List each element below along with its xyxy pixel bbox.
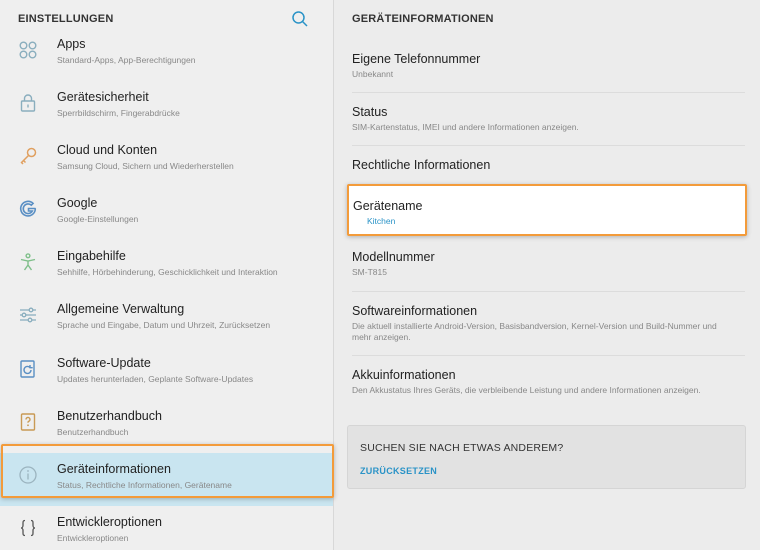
info-item-subtitle: Die aktuell installierte Android-Version… xyxy=(352,321,717,342)
reset-link[interactable]: ZURÜCKSETZEN xyxy=(360,466,437,476)
device-name-value: Kitchen xyxy=(367,216,396,226)
menu-item-title: Software-Update xyxy=(57,355,151,370)
code-braces-icon xyxy=(18,518,38,538)
menu-item-software-update[interactable]: Software-Update Updates herunterladen, G… xyxy=(0,347,333,400)
menu-item-subtitle: Status, Rechtliche Informationen, Geräte… xyxy=(57,479,232,490)
menu-item-subtitle: Entwickleroptionen xyxy=(57,532,129,543)
menu-item-title: Eingabehilfe xyxy=(57,249,126,264)
info-item-title: Akkuinformationen xyxy=(352,368,456,382)
accessibility-icon xyxy=(18,252,38,272)
settings-menu-pane: Apps Standard-Apps, App-Berechtigungen G… xyxy=(0,0,334,550)
menu-item-title: Gerätesicherheit xyxy=(57,90,149,105)
info-item-title: Gerätename xyxy=(353,199,423,213)
menu-item-title: Google xyxy=(57,196,98,211)
search-suggestion-card: SUCHEN SIE NACH ETWAS ANDEREM? ZURÜCKSET… xyxy=(347,425,746,489)
menu-item-general-management[interactable]: Allgemeine Verwaltung Sprache und Eingab… xyxy=(0,293,333,346)
menu-item-title: Entwickleroptionen xyxy=(57,514,162,529)
info-item-title: Modellnummer xyxy=(352,250,435,264)
key-icon xyxy=(18,146,38,166)
info-item-device-name[interactable]: Gerätename Kitchen xyxy=(347,184,747,236)
menu-item-subtitle: Google-Einstellungen xyxy=(57,214,139,225)
page-title: EINSTELLUNGEN xyxy=(18,13,114,25)
search-icon xyxy=(290,9,310,29)
menu-item-subtitle: Benutzerhandbuch xyxy=(57,426,129,437)
info-item-title: Eigene Telefonnummer xyxy=(352,52,481,66)
manual-icon xyxy=(18,412,38,432)
search-suggestion-heading: SUCHEN SIE NACH ETWAS ANDEREM? xyxy=(360,442,564,454)
info-item-battery-info[interactable]: Akkuinformationen Den Akkustatus Ihres G… xyxy=(335,356,745,418)
info-item-title: Status xyxy=(352,105,388,119)
menu-item-accessibility[interactable]: Eingabehilfe Sehhilfe, Hörbehinderung, G… xyxy=(0,240,333,293)
apps-icon xyxy=(18,40,38,60)
menu-item-cloud-accounts[interactable]: Cloud und Konten Samsung Cloud, Sichern … xyxy=(0,134,333,187)
settings-header: EINSTELLUNGEN xyxy=(0,0,333,38)
info-item-title: Rechtliche Informationen xyxy=(352,158,491,172)
info-item-subtitle: SIM-Kartenstatus, IMEI und andere Inform… xyxy=(352,122,579,132)
update-icon xyxy=(18,359,38,379)
menu-item-subtitle: Sprache und Eingabe, Datum und Uhrzeit, … xyxy=(57,320,271,331)
sliders-icon xyxy=(18,305,38,325)
menu-item-title: Apps xyxy=(57,37,86,51)
info-item-status[interactable]: Status SIM-Kartenstatus, IMEI und andere… xyxy=(335,93,745,146)
lock-icon xyxy=(18,93,38,113)
menu-item-google[interactable]: Google Google-Einstellungen xyxy=(0,187,333,240)
info-icon xyxy=(18,465,38,485)
menu-item-subtitle: Samsung Cloud, Sichern und Wiederherstel… xyxy=(57,161,234,172)
google-icon xyxy=(18,199,38,219)
info-item-value: Unbekannt xyxy=(352,69,394,79)
menu-item-title: Cloud und Konten xyxy=(57,143,158,158)
menu-item-developer-options[interactable]: Entwickleroptionen Entwickleroptionen xyxy=(0,506,333,550)
menu-item-title: Geräteinformationen xyxy=(57,461,171,476)
info-item-subtitle: Den Akkustatus Ihres Geräts, die verblei… xyxy=(352,385,701,395)
menu-item-subtitle: Sehhilfe, Hörbehinderung, Geschicklichke… xyxy=(57,267,278,278)
menu-item-title: Benutzerhandbuch xyxy=(57,408,162,423)
info-item-value: SM-T815 xyxy=(352,267,387,277)
info-item-phone-number[interactable]: Eigene Telefonnummer Unbekannt xyxy=(335,40,745,93)
menu-item-device-info[interactable]: Geräteinformationen Status, Rechtliche I… xyxy=(0,452,333,506)
menu-item-user-manual[interactable]: Benutzerhandbuch Benutzerhandbuch xyxy=(0,400,333,453)
info-item-title: Softwareinformationen xyxy=(352,304,478,318)
detail-title: GERÄTEINFORMATIONEN xyxy=(352,13,494,25)
menu-item-subtitle: Updates herunterladen, Geplante Software… xyxy=(57,373,254,384)
search-button[interactable] xyxy=(290,9,310,29)
menu-item-subtitle: Sperrbildschirm, Fingerabdrücke xyxy=(57,108,180,119)
info-item-legal-info[interactable]: Rechtliche Informationen xyxy=(335,146,745,184)
settings-menu-list: Apps Standard-Apps, App-Berechtigungen G… xyxy=(0,28,333,550)
info-item-software-info[interactable]: Softwareinformationen Die aktuell instal… xyxy=(335,292,745,354)
menu-item-title: Allgemeine Verwaltung xyxy=(57,302,185,317)
menu-item-subtitle: Standard-Apps, App-Berechtigungen xyxy=(57,55,196,65)
menu-item-device-security[interactable]: Gerätesicherheit Sperrbildschirm, Finger… xyxy=(0,81,333,134)
info-item-model-number[interactable]: Modellnummer SM-T815 xyxy=(335,238,745,291)
